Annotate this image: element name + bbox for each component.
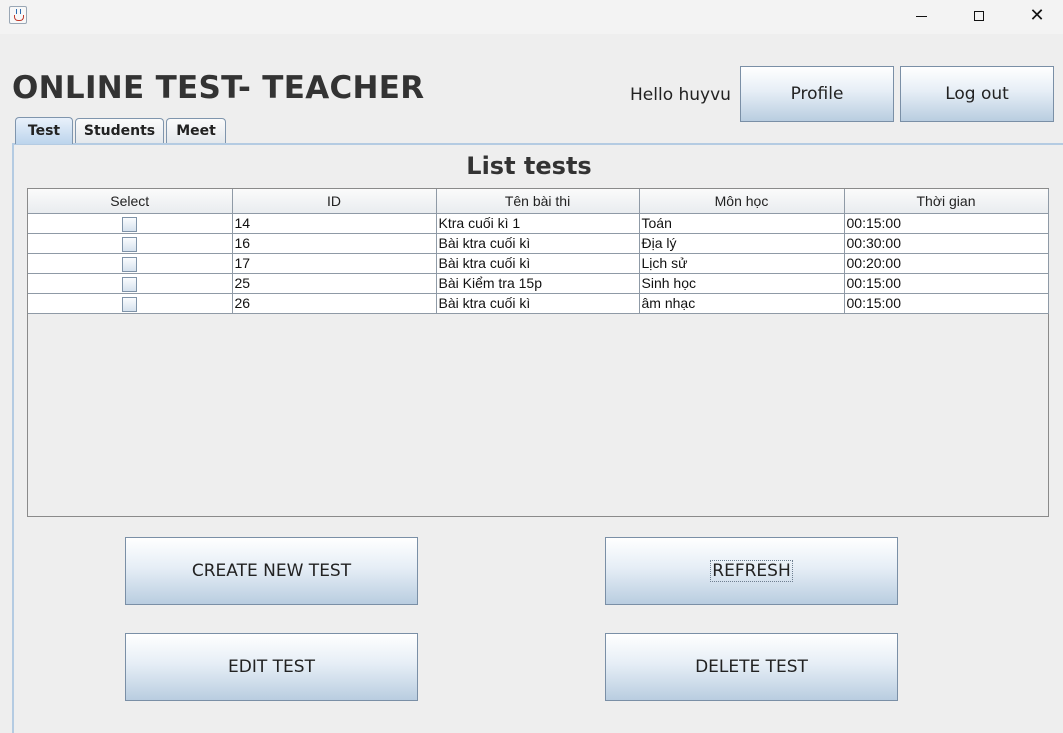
tests-table-scrollpane[interactable]: Select ID Tên bài thi Môn học Thời gian …: [27, 188, 1049, 517]
select-checkbox[interactable]: [122, 236, 138, 252]
tab-students[interactable]: Students: [75, 118, 164, 143]
table-row[interactable]: 26 Bài ktra cuối kì âm nhạc 00:15:00: [28, 293, 1049, 314]
test-name-cell: Bài ktra cuối kì: [436, 233, 640, 254]
refresh-label: REFRESH: [710, 560, 793, 582]
duration-cell: 00:15:00: [844, 273, 1049, 294]
select-cell: [28, 253, 233, 274]
duration-cell: 00:15:00: [844, 213, 1049, 234]
select-cell: [28, 273, 233, 294]
select-cell: [28, 233, 233, 254]
column-header-id[interactable]: ID: [232, 189, 437, 214]
tab-meet[interactable]: Meet: [166, 118, 226, 143]
select-checkbox[interactable]: [122, 216, 138, 232]
table-row[interactable]: 17 Bài ktra cuối kì Lịch sử 00:20:00: [28, 253, 1049, 274]
close-button[interactable]: ✕: [1008, 0, 1063, 32]
window-titlebar: ✕: [0, 0, 1063, 34]
create-new-test-button[interactable]: CREATE NEW TEST: [125, 537, 418, 605]
duration-cell: 00:15:00: [844, 293, 1049, 314]
minimize-button[interactable]: [892, 0, 950, 32]
id-cell: 16: [232, 233, 437, 254]
subject-cell: Sinh học: [639, 273, 845, 294]
select-checkbox[interactable]: [122, 276, 138, 292]
test-name-cell: Ktra cuối kì 1: [436, 213, 640, 234]
column-header-select[interactable]: Select: [28, 189, 233, 214]
column-header-subject[interactable]: Môn học: [639, 189, 845, 214]
id-cell: 14: [232, 213, 437, 234]
subject-cell: Lịch sử: [639, 253, 845, 274]
select-checkbox[interactable]: [122, 256, 138, 272]
edit-test-label: EDIT TEST: [228, 657, 315, 677]
tab-test[interactable]: Test: [15, 117, 73, 144]
refresh-button[interactable]: REFRESH: [605, 537, 898, 605]
table-row[interactable]: 25 Bài Kiểm tra 15p Sinh học 00:15:00: [28, 273, 1049, 294]
table-row[interactable]: 16 Bài ktra cuối kì Địa lý 00:30:00: [28, 233, 1049, 254]
table-header-row: Select ID Tên bài thi Môn học Thời gian: [28, 189, 1049, 214]
id-cell: 26: [232, 293, 437, 314]
duration-cell: 00:30:00: [844, 233, 1049, 254]
test-name-cell: Bài Kiểm tra 15p: [436, 273, 640, 294]
minimize-icon: [915, 16, 927, 17]
delete-test-button[interactable]: DELETE TEST: [605, 633, 898, 701]
select-cell: [28, 293, 233, 314]
maximize-button[interactable]: [950, 0, 1008, 32]
column-header-test-name[interactable]: Tên bài thi: [436, 189, 640, 214]
test-name-cell: Bài ktra cuối kì: [436, 253, 640, 274]
create-new-test-label: CREATE NEW TEST: [191, 561, 352, 581]
delete-test-label: DELETE TEST: [695, 657, 808, 677]
test-name-cell: Bài ktra cuối kì: [436, 293, 640, 314]
subject-cell: Địa lý: [639, 233, 845, 254]
subject-cell: âm nhạc: [639, 293, 845, 314]
id-cell: 25: [232, 273, 437, 294]
select-cell: [28, 213, 233, 234]
app-title: ONLINE TEST- TEACHER: [12, 70, 425, 106]
column-header-duration[interactable]: Thời gian: [844, 189, 1049, 214]
maximize-icon: [974, 11, 984, 21]
subject-cell: Toán: [639, 213, 845, 234]
logout-button[interactable]: Log out: [900, 66, 1054, 122]
close-icon: ✕: [1029, 5, 1045, 26]
java-cup-icon[interactable]: [9, 6, 27, 24]
greeting-text: Hello huyvu: [630, 85, 731, 105]
tests-table: Select ID Tên bài thi Môn học Thời gian …: [28, 189, 1049, 314]
id-cell: 17: [232, 253, 437, 274]
duration-cell: 00:20:00: [844, 253, 1049, 274]
select-checkbox[interactable]: [122, 296, 138, 312]
edit-test-button[interactable]: EDIT TEST: [125, 633, 418, 701]
profile-button[interactable]: Profile: [740, 66, 894, 122]
list-title: List tests: [466, 152, 592, 180]
table-row[interactable]: 14 Ktra cuối kì 1 Toán 00:15:00: [28, 213, 1049, 234]
